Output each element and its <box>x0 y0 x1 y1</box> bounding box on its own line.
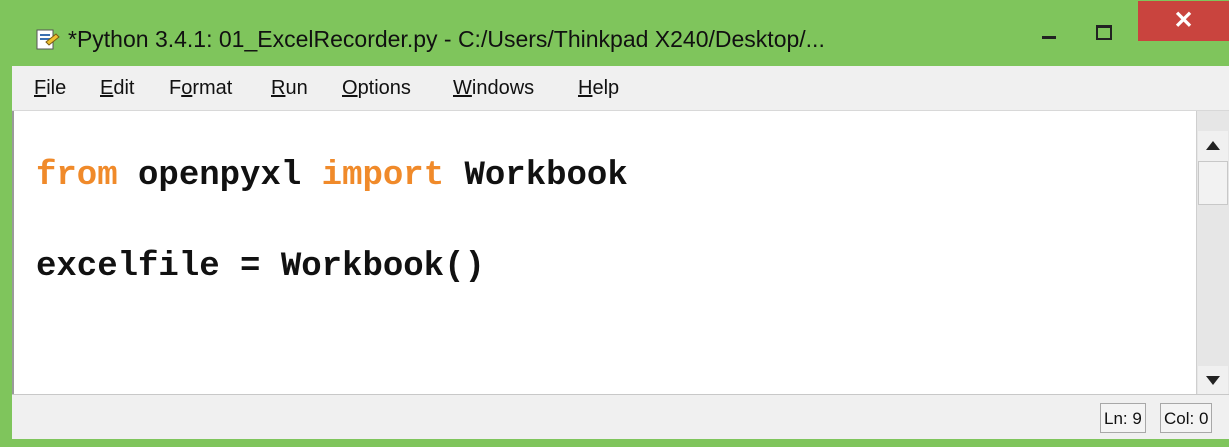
status-bar: Ln: 9 Col: 0 <box>12 394 1229 439</box>
menu-run[interactable]: Run <box>271 75 308 101</box>
code-line: excelfile = Workbook() <box>36 248 485 286</box>
menu-help[interactable]: Help <box>578 75 619 101</box>
maximize-button[interactable] <box>1084 18 1124 48</box>
code-line: from openpyxl import Workbook <box>36 157 628 195</box>
scroll-down-arrow-icon[interactable] <box>1198 366 1228 396</box>
minimize-button[interactable] <box>1030 20 1070 50</box>
close-button[interactable]: ✕ <box>1138 1 1229 41</box>
menu-format[interactable]: Format <box>169 75 232 101</box>
python-file-icon <box>36 29 60 50</box>
keyword: import <box>321 157 445 195</box>
menu-options[interactable]: Options <box>342 75 411 101</box>
column-number-indicator: Col: 0 <box>1160 403 1213 433</box>
menu-windows[interactable]: Windows <box>453 75 534 101</box>
vertical-scrollbar[interactable] <box>1196 111 1229 396</box>
keyword: from <box>36 157 118 195</box>
code-editor[interactable]: from openpyxl import Workbook excelfile … <box>12 111 1196 394</box>
title-bar[interactable]: *Python 3.4.1: 01_ExcelRecorder.py - C:/… <box>0 0 1229 66</box>
scroll-thumb[interactable] <box>1198 161 1228 205</box>
menu-bar: File Edit Format Run Options Windows Hel… <box>12 66 1229 111</box>
menu-edit[interactable]: Edit <box>100 75 134 101</box>
line-number-indicator: Ln: 9 <box>1100 403 1146 433</box>
idle-editor-window: *Python 3.4.1: 01_ExcelRecorder.py - C:/… <box>0 0 1229 447</box>
menu-file[interactable]: File <box>34 75 66 101</box>
window-title: *Python 3.4.1: 01_ExcelRecorder.py - C:/… <box>68 26 825 52</box>
scroll-up-arrow-icon[interactable] <box>1198 131 1228 161</box>
close-icon: ✕ <box>1173 7 1194 34</box>
